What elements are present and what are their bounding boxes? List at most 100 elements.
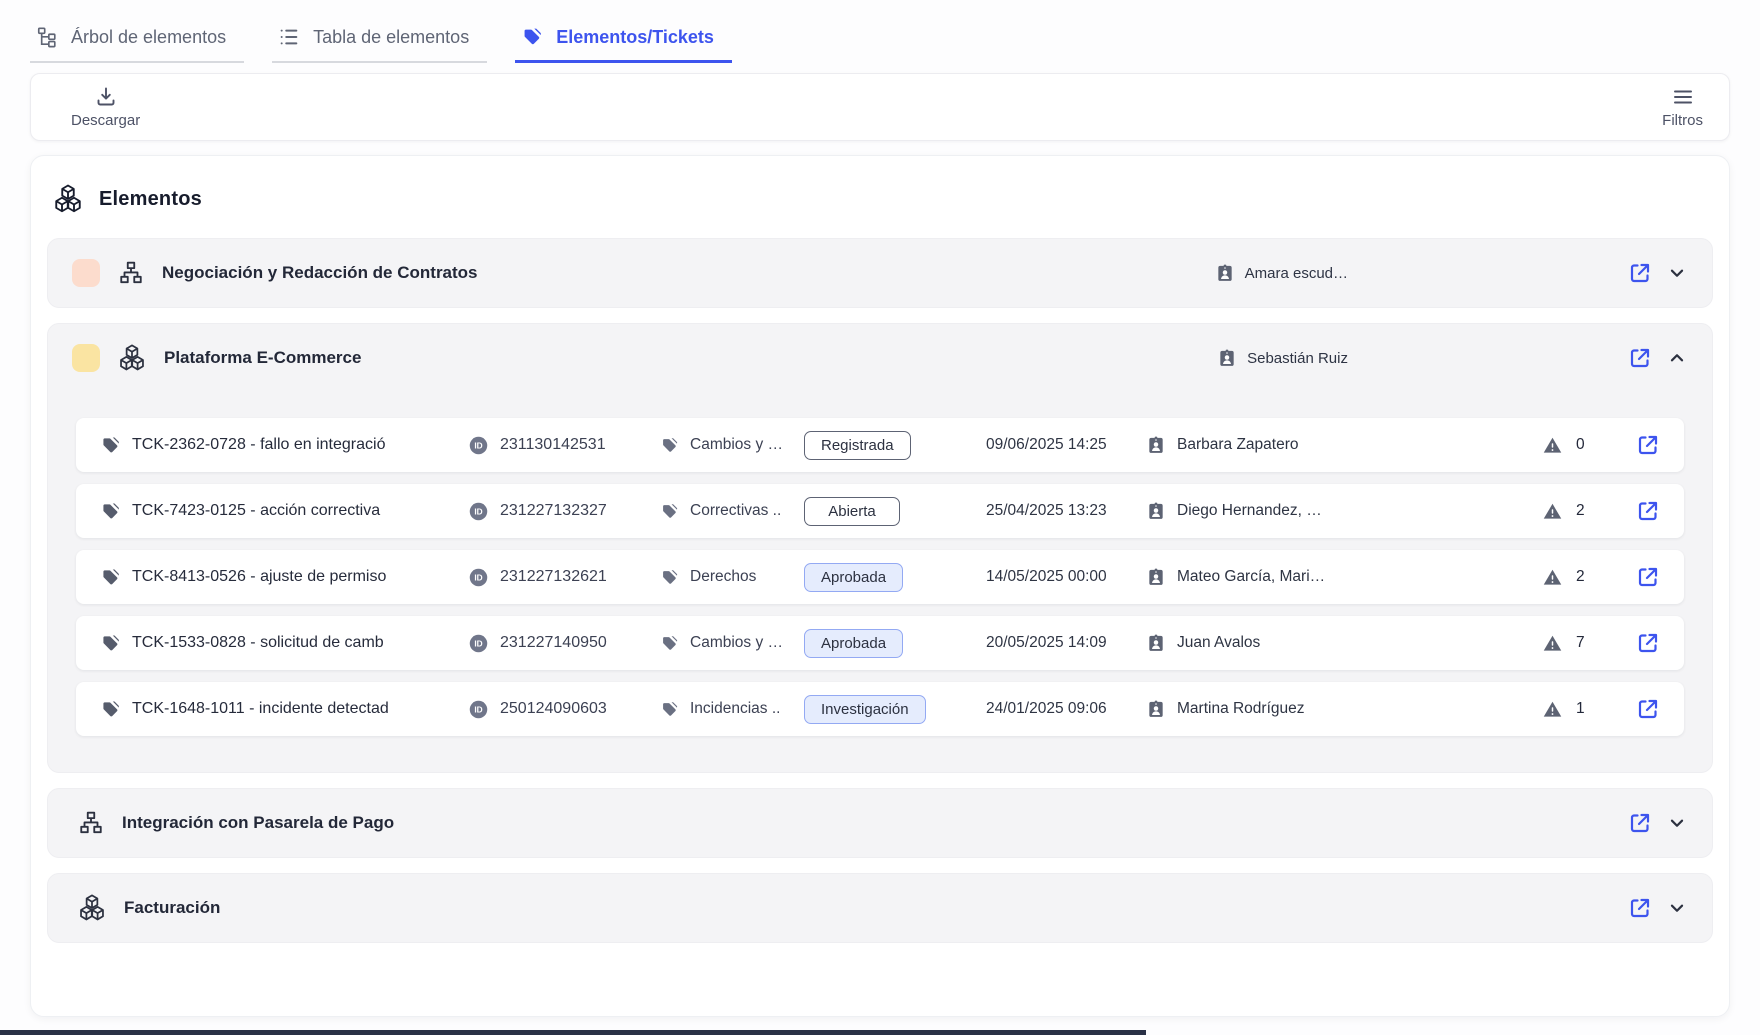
warning-icon — [1542, 567, 1563, 588]
id-circle-icon: ID — [468, 501, 489, 522]
external-link-icon[interactable] — [1636, 499, 1660, 523]
ticket-id: 250124090603 — [500, 700, 607, 718]
ticket-row[interactable]: TCK-7423-0125 - acción correctiva ID 231… — [76, 484, 1684, 538]
ticket-category: Cambios y … — [690, 436, 788, 454]
ticket-tag-icon — [100, 501, 121, 522]
id-circle-icon: ID — [468, 435, 489, 456]
filter-icon — [1671, 85, 1695, 109]
external-link-icon[interactable] — [1628, 896, 1652, 920]
id-circle-icon: ID — [468, 699, 489, 720]
ticket-category: Correctivas .. — [690, 502, 788, 520]
org-chart-icon — [118, 260, 144, 286]
warning-count: 7 — [1576, 634, 1585, 652]
svg-text:ID: ID — [474, 638, 482, 648]
cubes-icon — [118, 344, 146, 372]
person-badge-icon — [1146, 633, 1166, 653]
svg-text:ID: ID — [474, 506, 482, 516]
tab-arbol-de-elementos[interactable]: Árbol de elementos — [30, 20, 244, 63]
chevron-up-icon[interactable] — [1666, 347, 1688, 369]
panel-header[interactable]: Negociación y Redacción de Contratos — [48, 239, 1712, 307]
chevron-down-icon[interactable] — [1666, 262, 1688, 284]
category-tag-icon — [660, 502, 679, 521]
ticket-row[interactable]: TCK-8413-0526 - ajuste de permiso ID 231… — [76, 550, 1684, 604]
chevron-down-icon[interactable] — [1666, 897, 1688, 919]
ticket-row[interactable]: TCK-1648-1011 - incidente detectad ID 25… — [76, 682, 1684, 736]
tag-icon — [521, 26, 543, 48]
ticket-row[interactable]: TCK-2362-0728 - fallo en integració ID 2… — [76, 418, 1684, 472]
ticket-tag-icon — [100, 699, 121, 720]
id-circle-icon: ID — [468, 633, 489, 654]
id-circle-icon: ID — [468, 567, 489, 588]
panel-integracion-pasarela-pago: Integración con Pasarela de Pago — [47, 788, 1713, 858]
download-button[interactable]: Descargar — [71, 85, 140, 129]
ticket-id: 231130142531 — [500, 436, 606, 454]
tab-label: Árbol de elementos — [71, 27, 226, 48]
cubes-icon — [53, 184, 83, 214]
person-badge-icon — [1146, 567, 1166, 587]
ticket-assignees: Martina Rodríguez — [1177, 700, 1305, 718]
category-tag-icon — [660, 700, 679, 719]
external-link-icon[interactable] — [1636, 631, 1660, 655]
svg-text:ID: ID — [474, 440, 482, 450]
panel-title: Negociación y Redacción de Contratos — [162, 263, 478, 283]
external-link-icon[interactable] — [1628, 261, 1652, 285]
panel-title: Plataforma E-Commerce — [164, 348, 361, 368]
ticket-datetime: 20/05/2025 14:09 — [986, 634, 1146, 652]
tab-tabla-de-elementos[interactable]: Tabla de elementos — [272, 20, 487, 63]
external-link-icon[interactable] — [1636, 565, 1660, 589]
person-badge-icon — [1146, 435, 1166, 455]
ticket-datetime: 24/01/2025 09:06 — [986, 700, 1146, 718]
warning-icon — [1542, 633, 1563, 654]
status-badge: Aprobada — [804, 629, 903, 658]
warning-count: 2 — [1576, 502, 1585, 520]
color-swatch — [72, 344, 100, 372]
ticket-id: 231227132327 — [500, 502, 607, 520]
color-swatch — [72, 259, 100, 287]
bottom-bar — [0, 1030, 1146, 1035]
ticket-datetime: 25/04/2025 13:23 — [986, 502, 1146, 520]
ticket-assignees: Diego Hernandez, … — [1177, 502, 1322, 520]
panel-facturacion: Facturación — [47, 873, 1713, 943]
panel-user: Amara escud… — [1215, 263, 1348, 283]
ticket-title: TCK-1533-0828 - solicitud de camb — [132, 634, 432, 652]
external-link-icon[interactable] — [1636, 433, 1660, 457]
cubes-icon — [78, 894, 106, 922]
ticket-category: Cambios y … — [690, 634, 788, 652]
elements-card: Elementos Negociación y Redacción de Con… — [30, 155, 1730, 1017]
panel-title: Integración con Pasarela de Pago — [122, 813, 394, 833]
ticket-title: TCK-2362-0728 - fallo en integració — [132, 436, 432, 454]
ticket-datetime: 09/06/2025 14:25 — [986, 436, 1146, 454]
chevron-down-icon[interactable] — [1666, 812, 1688, 834]
svg-text:ID: ID — [474, 572, 482, 582]
tab-bar: Árbol de elementos Tabla de elementos — [30, 20, 1730, 63]
panel-header[interactable]: Plataforma E-Commerce Sebas — [48, 324, 1712, 392]
ticket-category: Derechos — [690, 568, 788, 586]
filters-label: Filtros — [1662, 112, 1703, 129]
ticket-category: Incidencias .. — [690, 700, 788, 718]
download-icon — [94, 85, 118, 109]
tab-label: Elementos/Tickets — [556, 27, 714, 48]
ticket-row[interactable]: TCK-1533-0828 - solicitud de camb ID 231… — [76, 616, 1684, 670]
category-tag-icon — [660, 634, 679, 653]
person-badge-icon — [1215, 263, 1235, 283]
external-link-icon[interactable] — [1636, 697, 1660, 721]
download-label: Descargar — [71, 112, 140, 129]
category-tag-icon — [660, 436, 679, 455]
person-badge-icon — [1217, 348, 1237, 368]
warning-count: 0 — [1576, 436, 1585, 454]
filters-button[interactable]: Filtros — [1662, 85, 1703, 129]
tree-icon — [36, 26, 58, 48]
org-chart-icon — [78, 810, 104, 836]
tab-elementos-tickets[interactable]: Elementos/Tickets — [515, 20, 732, 63]
ticket-id: 231227132621 — [500, 568, 607, 586]
panel-header[interactable]: Facturación — [48, 874, 1712, 942]
panel-header[interactable]: Integración con Pasarela de Pago — [48, 789, 1712, 857]
external-link-icon[interactable] — [1628, 346, 1652, 370]
warning-icon — [1542, 699, 1563, 720]
person-badge-icon — [1146, 699, 1166, 719]
panel-user: Sebastián Ruiz — [1217, 348, 1348, 368]
ticket-title: TCK-1648-1011 - incidente detectad — [132, 700, 432, 718]
panel-plataforma-ecommerce: Plataforma E-Commerce Sebas — [47, 323, 1713, 773]
panel-user-name: Sebastián Ruiz — [1247, 350, 1348, 367]
external-link-icon[interactable] — [1628, 811, 1652, 835]
